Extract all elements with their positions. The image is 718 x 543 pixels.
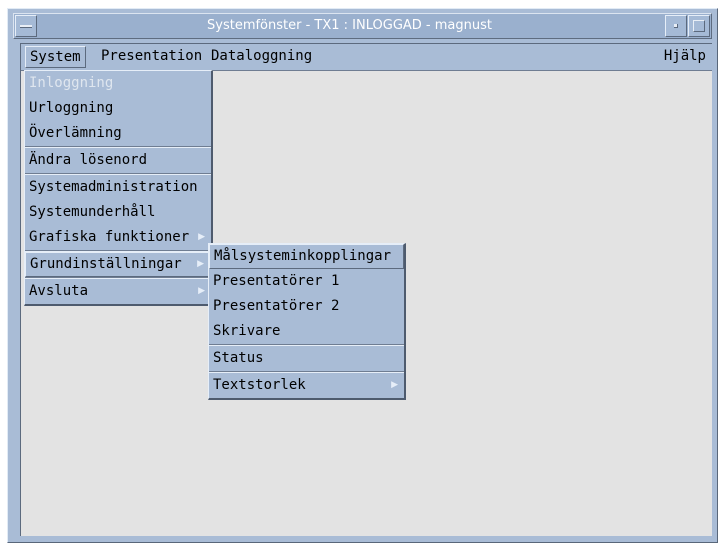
maximize-button[interactable] <box>688 15 710 37</box>
minimize-icon <box>674 24 678 28</box>
menu-item-avsluta[interactable]: Avsluta ▶ <box>25 279 211 304</box>
menu-item-urloggning[interactable]: Urloggning <box>25 96 211 121</box>
menu-item-systemunderhall[interactable]: Systemunderhåll <box>25 200 211 225</box>
menu-dataloggning[interactable]: Dataloggning <box>207 46 316 68</box>
menu-item-label: Grundinställningar <box>30 256 182 272</box>
submenu-arrow-icon: ▶ <box>391 380 398 390</box>
window-menu-button[interactable] <box>15 15 37 37</box>
menu-item-inloggning: Inloggning <box>29 75 114 91</box>
grundinstallningar-submenu: Målsysteminkopplingar Presentatörer 1 Pr… <box>208 243 406 400</box>
menu-item-grundinstallningar[interactable]: Grundinställningar ▶ <box>25 252 211 277</box>
menu-item-andra-losenord[interactable]: Ändra lösenord <box>25 148 211 173</box>
title-bar[interactable]: Systemfönster - TX1 : INLOGGAD - magnust <box>13 13 712 39</box>
menu-bar: System Presentation Dataloggning Hjälp <box>21 44 712 71</box>
menu-item-label: Avsluta <box>29 283 89 299</box>
system-menu: Inloggning Urloggning Överlämning Ändra … <box>24 70 213 306</box>
menu-item-textstorlek[interactable]: Textstorlek ▶ <box>209 373 404 398</box>
menu-system[interactable]: System <box>25 46 86 68</box>
maximize-icon <box>693 20 705 32</box>
menu-item-presentatorer-1[interactable]: Presentatörer 1 <box>209 269 404 294</box>
menu-item-skrivare[interactable]: Skrivare <box>209 319 404 344</box>
menu-item-grafiska-funktioner[interactable]: Grafiska funktioner ▶ <box>25 225 211 250</box>
menu-help[interactable]: Hjälp <box>660 46 710 68</box>
submenu-arrow-icon: ▶ <box>197 259 204 269</box>
menu-item-presentatorer-2[interactable]: Presentatörer 2 <box>209 294 404 319</box>
menu-presentation[interactable]: Presentation <box>97 46 206 68</box>
menu-item-label: Textstorlek <box>213 377 306 393</box>
menu-item-overlamning[interactable]: Överlämning <box>25 121 211 146</box>
submenu-arrow-icon: ▶ <box>198 286 205 296</box>
submenu-arrow-icon: ▶ <box>198 232 205 242</box>
minimize-button[interactable] <box>665 15 687 37</box>
menu-item-label: Grafiska funktioner <box>29 229 190 245</box>
menu-item-status[interactable]: Status <box>209 346 404 371</box>
window-menu-icon <box>20 25 32 28</box>
menu-item-malsysteminkopplingar[interactable]: Målsysteminkopplingar <box>209 244 404 269</box>
menu-item-systemadministration[interactable]: Systemadministration <box>25 175 211 200</box>
window-title: Systemfönster - TX1 : INLOGGAD - magnust <box>40 16 659 36</box>
